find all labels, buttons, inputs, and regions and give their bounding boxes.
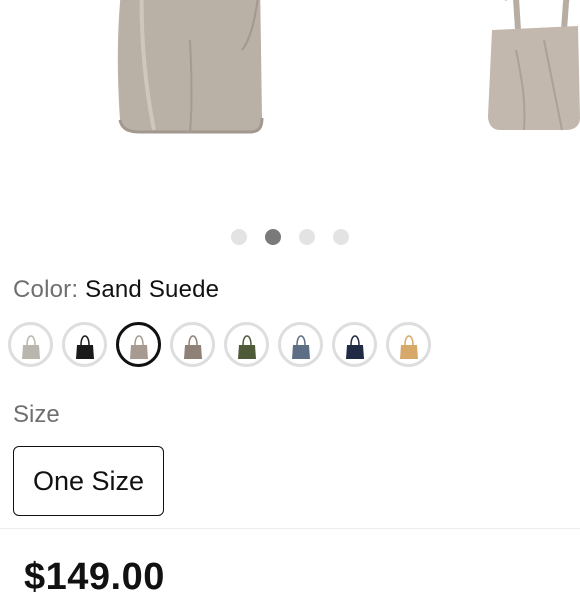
color-swatch-black[interactable]	[62, 322, 107, 367]
bag-thumbnail-icon	[129, 334, 148, 359]
gallery-dot-2-active[interactable]	[265, 229, 281, 245]
color-swatch-tan[interactable]	[386, 322, 431, 367]
bag-thumbnail-icon	[345, 334, 364, 359]
product-image-gallery[interactable]	[0, 0, 580, 220]
color-swatch-olive[interactable]	[224, 322, 269, 367]
color-swatches	[8, 322, 431, 367]
gallery-dot-3[interactable]	[299, 229, 315, 245]
bag-thumbnail-icon	[399, 334, 418, 359]
color-swatch-slate-blue[interactable]	[278, 322, 323, 367]
product-image-secondary[interactable]	[486, 0, 580, 140]
bag-thumbnail-icon	[237, 334, 256, 359]
color-selection-label: Color: Sand Suede	[13, 276, 219, 304]
product-image-main[interactable]	[110, 0, 270, 150]
bag-thumbnail-icon	[183, 334, 202, 359]
bag-thumbnail-icon	[75, 334, 94, 359]
gallery-dot-4[interactable]	[333, 229, 349, 245]
selected-color-name: Sand Suede	[85, 276, 220, 303]
bag-thumbnail-icon	[21, 334, 40, 359]
size-option-one-size[interactable]: One Size	[13, 446, 164, 516]
gallery-dot-1[interactable]	[231, 229, 247, 245]
color-swatch-snake-print[interactable]	[8, 322, 53, 367]
color-swatch-navy[interactable]	[332, 322, 377, 367]
bag-thumbnail-icon	[291, 334, 310, 359]
gallery-pagination	[0, 229, 580, 245]
size-label: Size	[13, 401, 60, 428]
product-price: $149.00	[24, 556, 165, 598]
color-label: Color:	[13, 276, 79, 303]
divider	[0, 528, 580, 529]
color-swatch-taupe[interactable]	[170, 322, 215, 367]
color-swatch-sand-suede[interactable]	[116, 322, 161, 367]
